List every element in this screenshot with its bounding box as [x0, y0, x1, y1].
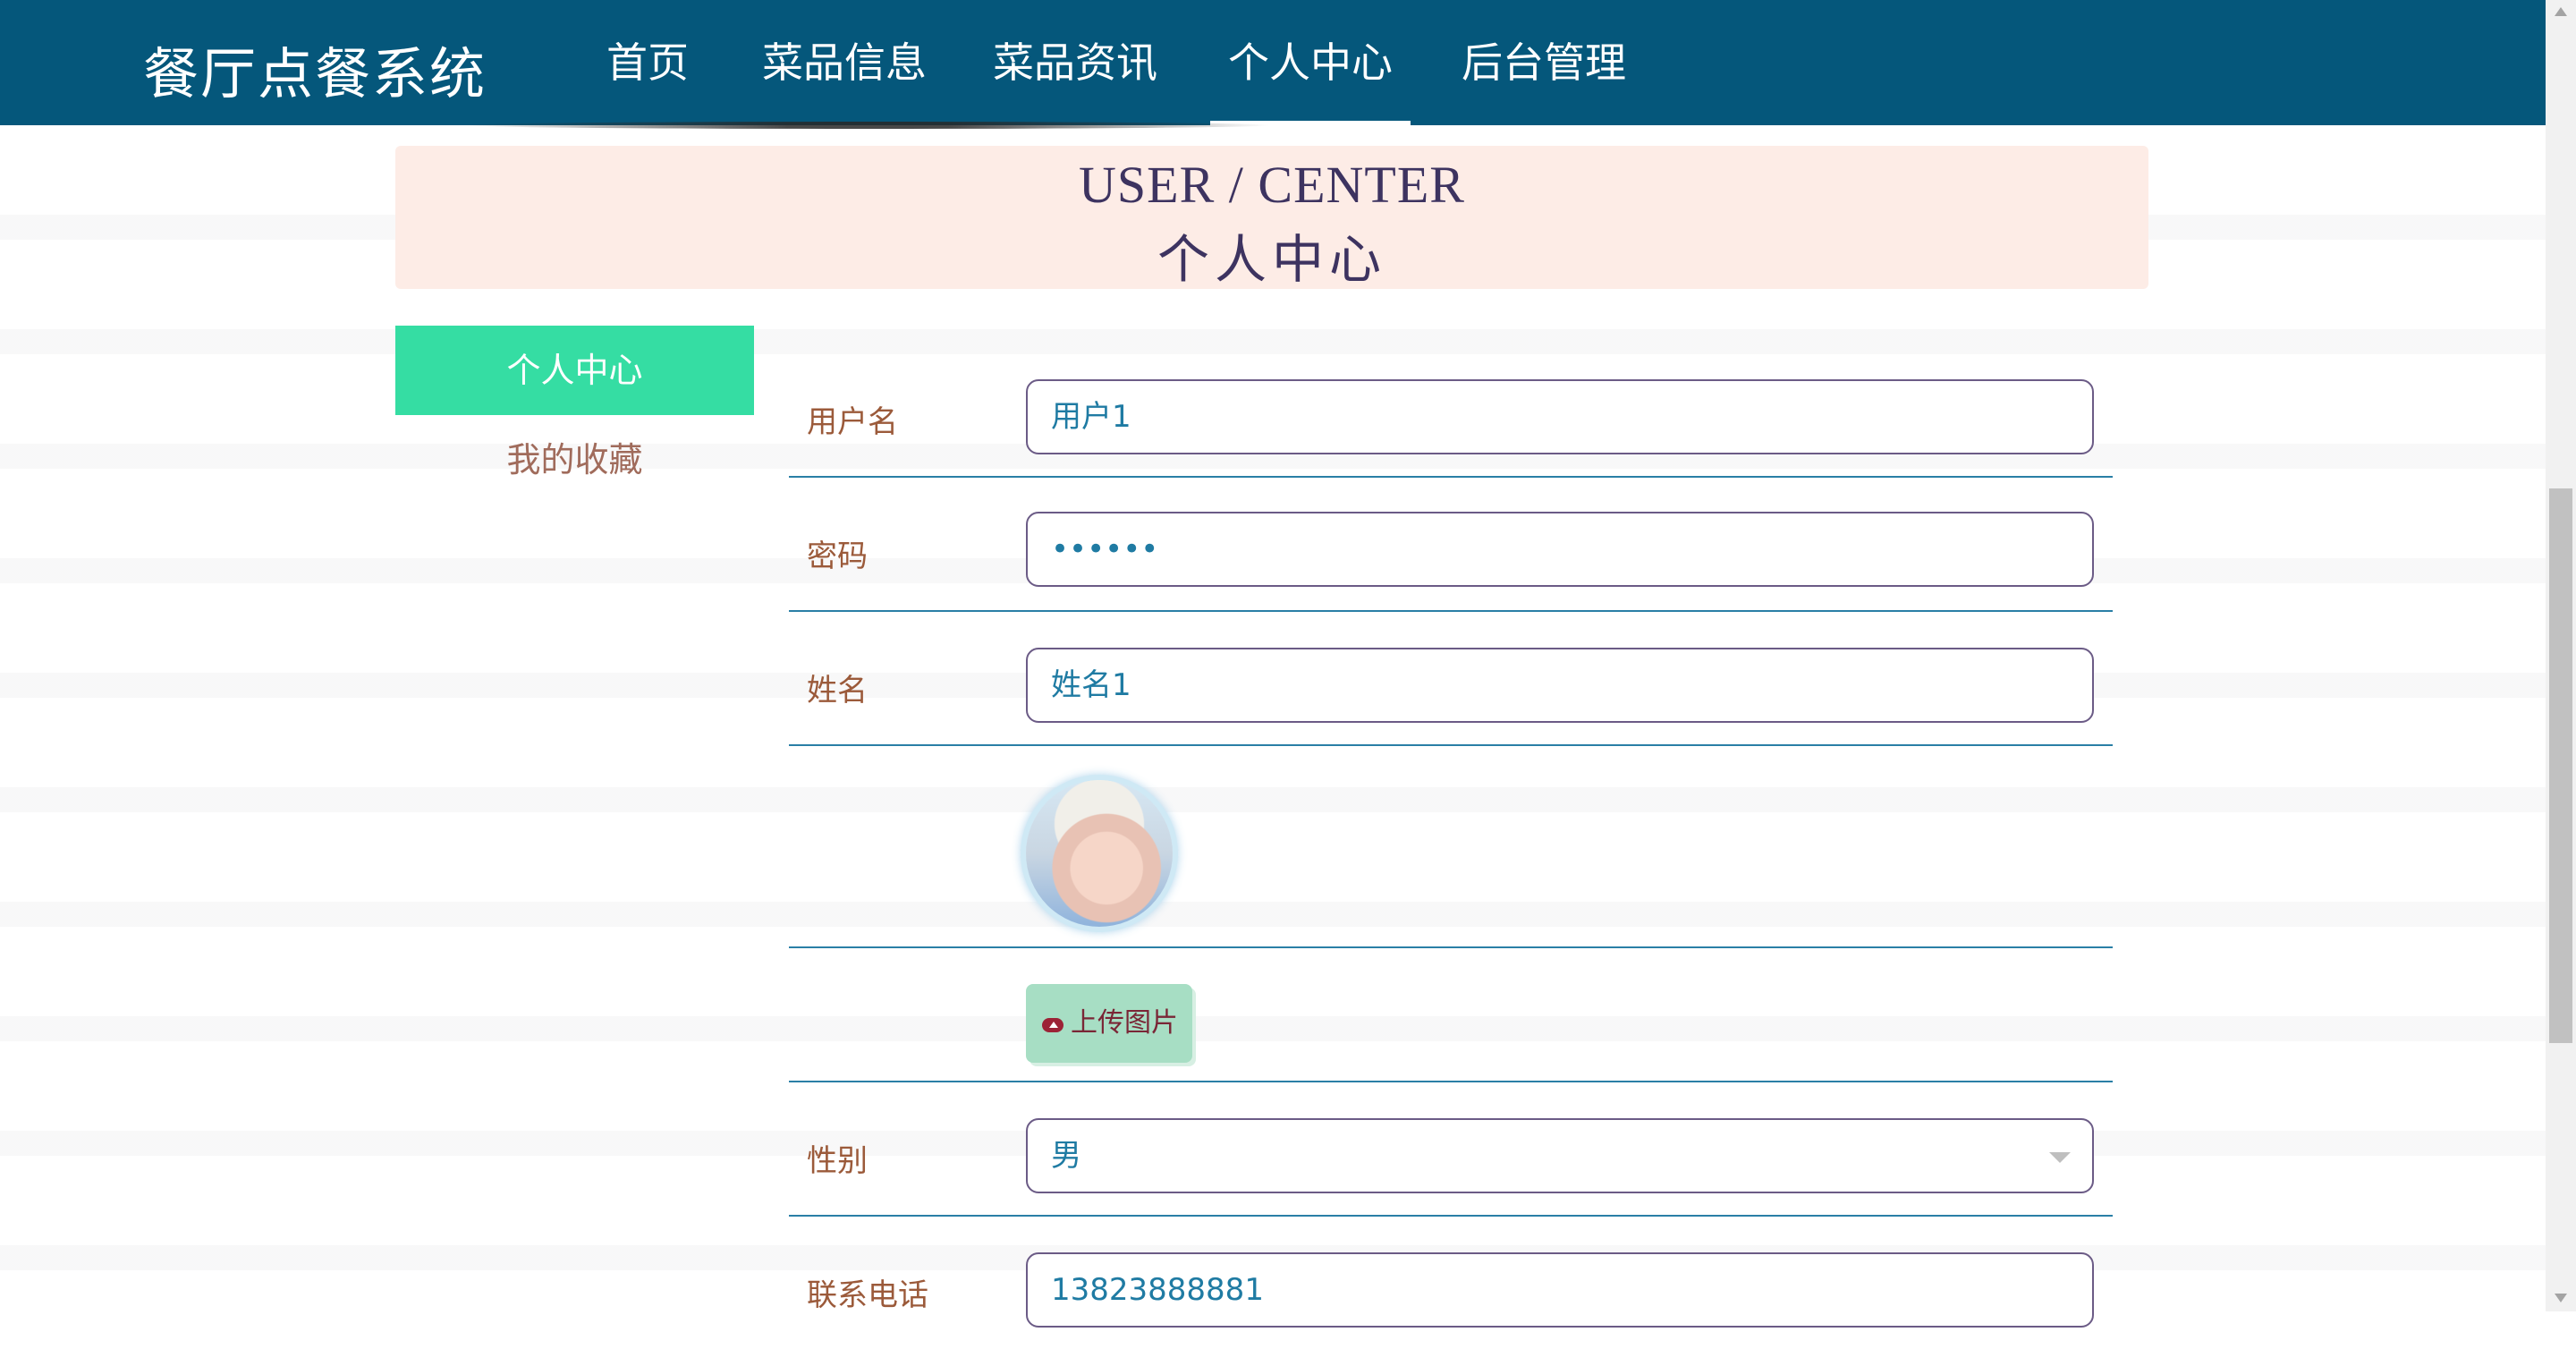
nav-item-dishes[interactable]: 菜品信息 [762, 0, 927, 125]
nav-item-admin[interactable]: 后台管理 [1462, 0, 1626, 125]
sidebar-item-favorites[interactable]: 我的收藏 [395, 415, 754, 505]
form-row-phone: 联系电话 13823888881 [789, 1217, 2113, 1349]
nav-item-home[interactable]: 首页 [606, 0, 689, 125]
phone-label: 联系电话 [807, 1277, 928, 1313]
password-label: 密码 [807, 539, 868, 574]
sidebar-item-user-center[interactable]: 个人中心 [395, 326, 754, 415]
form-row-upload: 上传图片 [789, 948, 2113, 1082]
page-title-english: USER / CENTER [1079, 156, 1465, 214]
phone-input[interactable]: 13823888881 [1026, 1252, 2094, 1328]
scroll-up-icon[interactable] [2555, 7, 2567, 16]
username-label: 用户名 [807, 404, 898, 440]
name-input[interactable]: 姓名1 [1026, 648, 2094, 723]
cloud-upload-icon [1040, 1016, 1065, 1032]
username-input[interactable]: 用户1 [1026, 379, 2094, 454]
nav-item-news[interactable]: 菜品资讯 [993, 0, 1157, 125]
navbar-shadow [465, 122, 1270, 129]
gender-label: 性别 [807, 1143, 868, 1179]
form-row-avatar [789, 746, 2113, 948]
scroll-down-icon[interactable] [2555, 1294, 2567, 1302]
name-label: 姓名 [807, 673, 868, 708]
chevron-down-icon [2049, 1152, 2071, 1163]
scrollbar-thumb[interactable] [2549, 488, 2572, 1043]
avatar [1026, 780, 1173, 927]
password-input[interactable]: •••••• [1026, 512, 2094, 587]
top-navbar: 餐厅点餐系统 首页 菜品信息 菜品资讯 个人中心 后台管理 [0, 0, 2546, 125]
upload-image-button[interactable]: 上传图片 [1026, 984, 1192, 1063]
page-title-chinese: 个人中心 [1157, 229, 1386, 290]
gender-selected-value: 男 [1051, 1138, 1081, 1174]
nav-item-user-center[interactable]: 个人中心 [1210, 0, 1411, 125]
gender-select[interactable]: 男 [1026, 1118, 2094, 1193]
form-row-username: 用户名 用户1 [789, 360, 2113, 478]
upload-image-label: 上传图片 [1071, 1007, 1178, 1039]
site-brand[interactable]: 餐厅点餐系统 [143, 29, 487, 109]
form-row-name: 姓名 姓名1 [789, 612, 2113, 746]
form-row-password: 密码 •••••• [789, 478, 2113, 612]
page-header-banner: USER / CENTER 个人中心 [395, 146, 2148, 290]
form-row-gender: 性别 男 [789, 1082, 2113, 1217]
